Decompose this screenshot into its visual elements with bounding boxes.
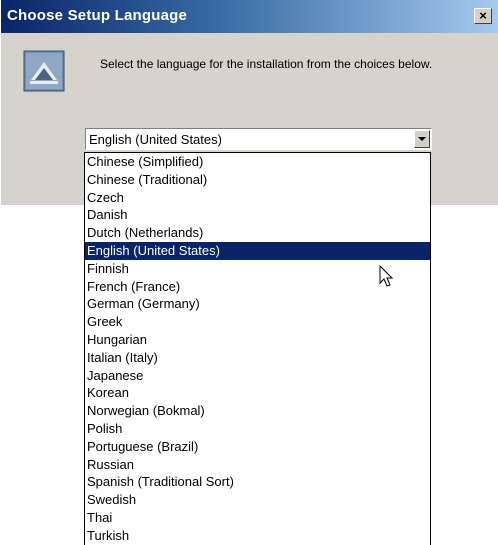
list-item[interactable]: Chinese (Simplified) [85,153,430,171]
language-dropdown-list[interactable]: Chinese (Simplified) Chinese (Traditional… [84,152,431,545]
dialog-title: Choose Setup Language [7,7,188,24]
list-item[interactable]: German (Germany) [85,295,430,313]
mouse-pointer-icon [379,265,394,287]
list-item[interactable]: Swedish [85,491,430,509]
list-item[interactable]: Chinese (Traditional) [85,171,430,189]
list-item[interactable]: Thai [85,509,430,527]
list-item[interactable]: Italian (Italy) [85,349,430,367]
list-item[interactable]: Japanese [85,367,430,385]
combobox-selected-value: English (United States) [89,132,222,147]
list-item[interactable]: Portuguese (Brazil) [85,438,430,456]
list-item[interactable]: Norwegian (Bokmal) [85,402,430,420]
list-item[interactable]: Greek [85,313,430,331]
list-item[interactable]: Danish [85,206,430,224]
list-item[interactable]: Korean [85,384,430,402]
dropdown-arrow-icon[interactable] [414,130,430,148]
language-combobox[interactable]: English (United States) [85,128,432,150]
list-item[interactable]: Spanish (Traditional Sort) [85,473,430,491]
list-item[interactable]: Polish [85,420,430,438]
instruction-text: Select the language for the installation… [100,57,433,71]
list-item[interactable]: Czech [85,189,430,207]
list-item[interactable]: Dutch (Netherlands) [85,224,430,242]
list-item[interactable]: Hungarian [85,331,430,349]
list-item[interactable]: Russian [85,456,430,474]
title-bar[interactable]: Choose Setup Language × [1,0,498,33]
setup-icon [23,50,65,92]
close-button[interactable]: × [474,8,492,24]
list-item[interactable]: Turkish [85,527,430,545]
list-item-selected[interactable]: English (United States) [85,241,430,260]
